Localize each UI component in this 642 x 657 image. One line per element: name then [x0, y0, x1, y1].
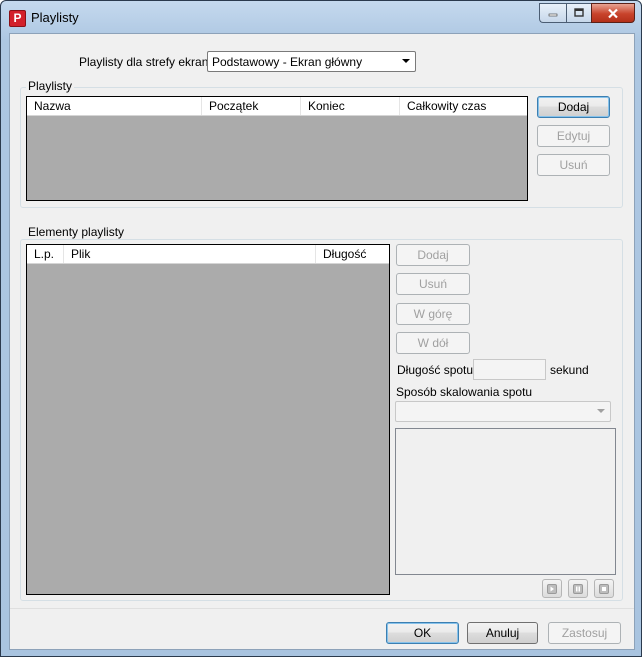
column-header-start[interactable]: Początek: [202, 97, 301, 115]
maximize-icon: [574, 8, 584, 17]
dialog-window: P Playlisty Playlisty dla strefy ekranu …: [0, 0, 642, 657]
playlist-elements-list-header: L.p. Plik Długość: [27, 245, 389, 264]
pause-icon: [573, 583, 583, 594]
playlist-elements-group-title: Elementy playlisty: [26, 225, 127, 239]
move-down-button[interactable]: W dół: [396, 332, 470, 354]
screen-zone-select[interactable]: Podstawowy - Ekran główny: [207, 51, 416, 72]
stop-button[interactable]: [594, 579, 614, 598]
maximize-button[interactable]: [566, 3, 591, 23]
spot-length-label: Długość spotu: [397, 363, 474, 377]
dialog-client-area: Playlisty dla strefy ekranu Podstawowy -…: [9, 33, 635, 650]
cancel-button[interactable]: Anuluj: [467, 622, 538, 644]
screen-zone-selected-value: Podstawowy - Ekran główny: [212, 55, 363, 69]
window-title: Playlisty: [31, 10, 79, 25]
scaling-mode-label: Sposób skalowania spotu: [396, 385, 533, 399]
play-button[interactable]: [542, 579, 562, 598]
spot-length-input[interactable]: [473, 359, 546, 380]
scaling-mode-select[interactable]: [395, 401, 611, 422]
apply-button[interactable]: Zastosuj: [548, 622, 621, 644]
remove-playlist-button[interactable]: Usuń: [537, 154, 610, 176]
minimize-button[interactable]: [539, 3, 566, 23]
playlists-list-header: Nazwa Początek Koniec Całkowity czas: [27, 97, 527, 116]
stop-icon: [599, 583, 609, 594]
play-icon: [547, 583, 557, 594]
screen-zone-label: Playlisty dla strefy ekranu: [79, 55, 216, 69]
playlists-group-title: Playlisty: [26, 79, 75, 93]
minimize-icon: [548, 13, 558, 17]
seconds-label: sekund: [550, 363, 589, 377]
remove-element-button[interactable]: Usuń: [396, 273, 470, 295]
pause-button[interactable]: [568, 579, 588, 598]
close-icon: [608, 8, 618, 18]
column-header-duration[interactable]: Długość: [316, 245, 389, 263]
column-header-name[interactable]: Nazwa: [27, 97, 202, 115]
add-element-button[interactable]: Dodaj: [396, 244, 470, 266]
chevron-down-icon: [402, 59, 410, 63]
column-header-index[interactable]: L.p.: [27, 245, 64, 263]
column-header-end[interactable]: Koniec: [301, 97, 400, 115]
ok-button[interactable]: OK: [386, 622, 459, 644]
spot-preview-area: [395, 428, 616, 575]
title-bar[interactable]: P Playlisty: [1, 1, 641, 33]
footer-separator: [10, 608, 634, 609]
column-header-file[interactable]: Plik: [64, 245, 316, 263]
add-playlist-button[interactable]: Dodaj: [537, 96, 610, 118]
move-up-button[interactable]: W górę: [396, 303, 470, 325]
playlists-list[interactable]: Nazwa Początek Koniec Całkowity czas: [26, 96, 528, 201]
column-header-total-time[interactable]: Całkowity czas: [400, 97, 527, 115]
caption-buttons: [539, 3, 635, 23]
close-button[interactable]: [591, 3, 635, 23]
edit-playlist-button[interactable]: Edytuj: [537, 125, 610, 147]
app-logo-icon: P: [9, 10, 26, 27]
chevron-down-icon: [597, 409, 605, 413]
playlist-elements-list[interactable]: L.p. Plik Długość: [26, 244, 390, 595]
